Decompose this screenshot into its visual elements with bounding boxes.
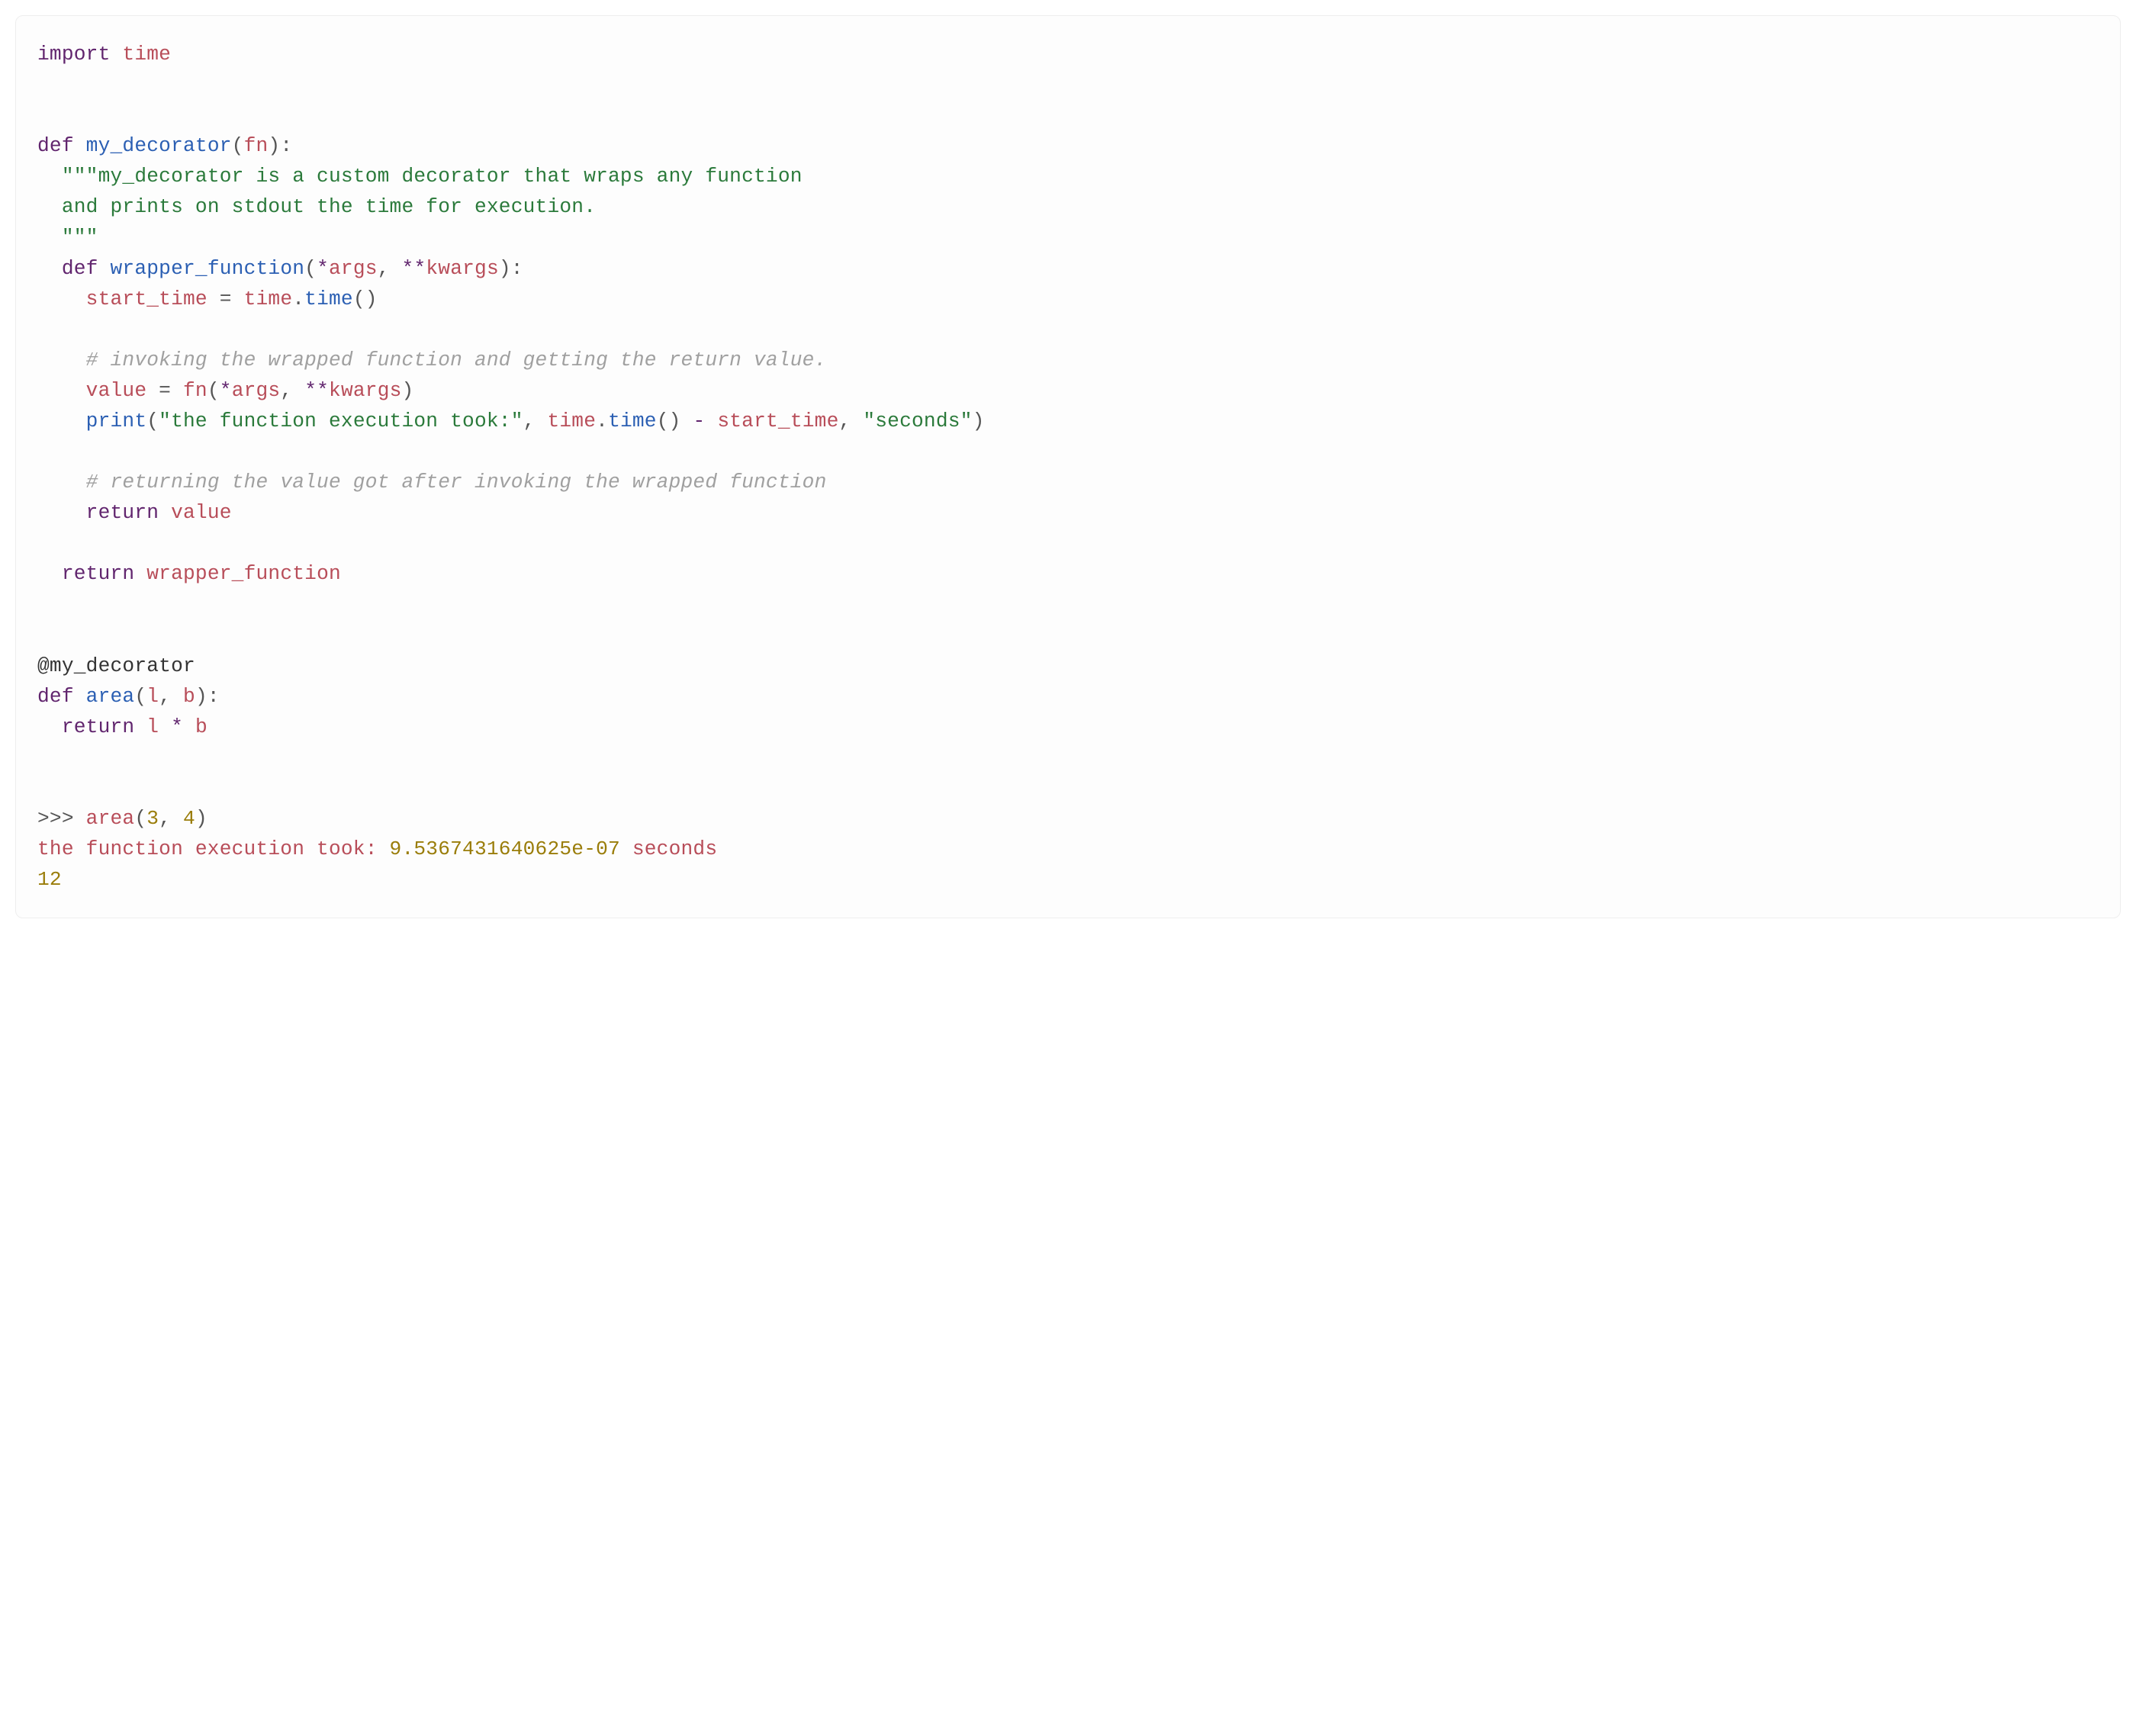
param-args: args [329,257,378,280]
output-number: 9.5367431640625e-07 [390,837,620,860]
keyword-return: return [62,715,135,738]
builtin-print: print [86,410,147,432]
dot: . [292,288,304,310]
string-literal: "seconds" [863,410,972,432]
decorator: @my_decorator [37,654,195,677]
paren: ) [973,410,985,432]
paren: ( [304,257,317,280]
minus-op: - [693,410,706,432]
comma: , [159,807,183,830]
equals: = [207,288,244,310]
paren-colon: ): [195,685,220,708]
dstar-op: ** [402,257,426,280]
call-fn: fn [183,379,207,402]
ident-args: args [232,379,281,402]
comma: , [159,685,183,708]
paren: ( [207,379,220,402]
keyword-def: def [62,257,98,280]
function-name: area [86,685,135,708]
docstring-line: """my_decorator is a custom decorator th… [62,165,803,188]
string-literal: "the function execution took:" [159,410,523,432]
output-text: the function execution took: [37,837,390,860]
ident-wrapper: wrapper_function [146,562,341,585]
param-l: l [146,685,159,708]
param-b: b [183,685,195,708]
comma: , [839,410,864,432]
number-literal: 4 [183,807,195,830]
parens: () [353,288,378,310]
keyword-return: return [62,562,135,585]
code-block: import time def my_decorator(fn): """my_… [15,15,2121,918]
paren: ( [146,410,159,432]
comma: , [280,379,304,402]
comma: , [523,410,548,432]
number-literal: 3 [146,807,159,830]
docstring-line: """ [62,226,98,249]
keyword-return: return [86,501,159,524]
attr-time: time [304,288,353,310]
paren-colon: ): [499,257,523,280]
ident-time: time [244,288,293,310]
paren: ) [195,807,207,830]
var-start-time: start_time [86,288,207,310]
star-op: * [171,715,183,738]
ident-time: time [547,410,596,432]
paren: ( [134,685,146,708]
paren-colon: ): [268,134,292,157]
output-text: seconds [620,837,717,860]
comment: # returning the value got after invoking… [86,471,827,493]
paren: ) [402,379,414,402]
paren: ( [232,134,244,157]
comma: , [378,257,402,280]
call-area: area [86,807,135,830]
var-value: value [86,379,147,402]
docstring-line: and prints on stdout the time for execut… [62,195,596,218]
param-fn: fn [244,134,269,157]
repl-prompt: >>> [37,807,86,830]
comment: # invoking the wrapped function and gett… [86,349,827,371]
parens: () [657,410,681,432]
star-op: * [220,379,232,402]
keyword-import: import [37,43,111,66]
param-kwargs: kwargs [426,257,499,280]
paren: ( [134,807,146,830]
ident-value: value [171,501,232,524]
dstar-op: ** [304,379,329,402]
ident-kwargs: kwargs [329,379,402,402]
ident-b: b [195,715,207,738]
function-name: wrapper_function [111,257,305,280]
output-number: 12 [37,868,62,891]
equals: = [146,379,183,402]
ident-start-time: start_time [717,410,838,432]
keyword-def: def [37,685,74,708]
dot: . [596,410,608,432]
star-op: * [317,257,329,280]
ident-l: l [146,715,159,738]
module-time: time [122,43,171,66]
attr-time: time [608,410,657,432]
keyword-def: def [37,134,74,157]
function-name: my_decorator [86,134,232,157]
